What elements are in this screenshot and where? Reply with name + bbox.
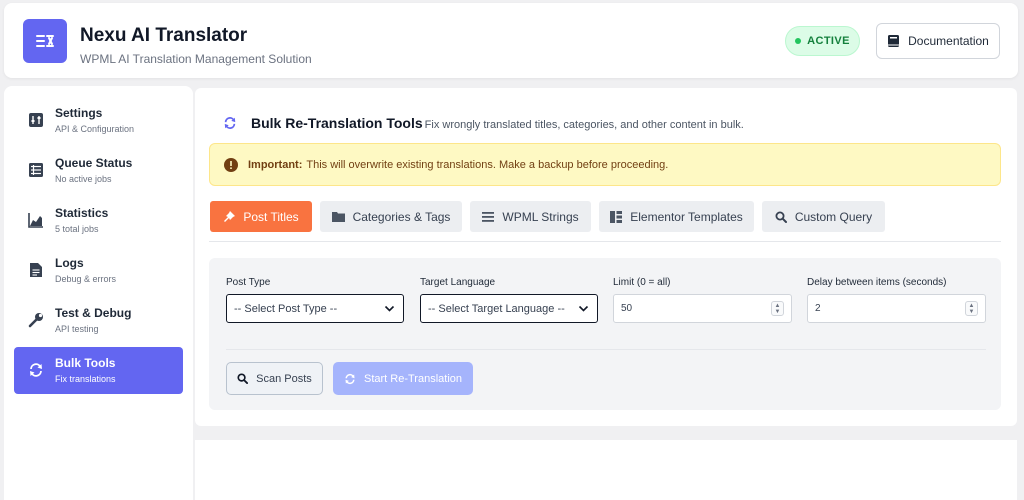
post-titles-form: Post Type -- Select Post Type -- Target … xyxy=(209,258,1001,410)
sidebar-item-sub: API & Configuration xyxy=(55,124,135,134)
alert-text: This will overwrite existing translation… xyxy=(306,158,669,171)
status-badge: ACTIVE xyxy=(785,26,860,56)
sidebar-item-sub: No active jobs xyxy=(55,174,112,184)
chevron-down-icon xyxy=(578,305,589,312)
start-retranslation-label: Start Re-Translation xyxy=(363,372,463,385)
chevron-down-icon xyxy=(384,305,395,312)
content-area-below xyxy=(195,440,1017,500)
stepper-down-icon: ▼ xyxy=(968,308,975,315)
sidebar-item-sub: Fix translations xyxy=(55,374,116,384)
documentation-button[interactable]: Documentation xyxy=(876,23,1000,59)
tab-label: Categories & Tags xyxy=(352,209,451,224)
sync-icon xyxy=(223,116,237,130)
sidebar-item-label: Settings xyxy=(55,106,103,120)
sidebar-item-sub: Debug & errors xyxy=(55,274,117,284)
sidebar-item-label: Statistics xyxy=(55,206,109,220)
sidebar-item-test-debug[interactable]: Test & Debug API testing xyxy=(14,297,183,344)
tab-post-titles[interactable]: Post Titles xyxy=(210,201,312,232)
status-label: ACTIVE xyxy=(807,35,850,47)
warning-alert: Important: This will overwrite existing … xyxy=(209,143,1001,186)
delay-value: 2 xyxy=(815,303,821,314)
post-type-select[interactable]: -- Select Post Type -- xyxy=(226,294,404,323)
form-divider xyxy=(226,349,986,350)
documentation-label: Documentation xyxy=(908,34,989,48)
menu-icon xyxy=(482,211,495,222)
sidebar-item-queue-status[interactable]: Queue Status No active jobs xyxy=(14,147,183,194)
book-icon xyxy=(888,35,900,47)
sidebar-item-settings[interactable]: Settings API & Configuration xyxy=(14,97,183,144)
tab-wpml-strings[interactable]: WPML Strings xyxy=(470,201,591,232)
limit-value: 50 xyxy=(621,303,633,314)
elementor-icon xyxy=(610,210,623,223)
tab-label: Post Titles xyxy=(243,209,299,224)
tabs-divider xyxy=(209,241,1001,242)
stepper-down-icon: ▼ xyxy=(774,308,781,315)
post-type-label: Post Type xyxy=(226,277,271,288)
sync-icon xyxy=(27,361,45,379)
pin-icon xyxy=(224,210,236,222)
sidebar-item-label: Logs xyxy=(55,256,84,270)
sidebar-item-sub: API testing xyxy=(55,324,99,334)
search-icon xyxy=(237,373,249,384)
tab-label: Elementor Templates xyxy=(630,209,743,224)
delay-stepper[interactable]: ▲ ▼ xyxy=(965,301,978,316)
scan-posts-button[interactable]: Scan Posts xyxy=(226,362,323,395)
chart-icon xyxy=(27,211,45,229)
file-icon xyxy=(27,261,45,279)
folder-icon xyxy=(331,212,345,222)
limit-label: Limit (0 = all) xyxy=(613,277,671,288)
alert-strong: Important: xyxy=(248,158,303,171)
sidebar-item-statistics[interactable]: Statistics 5 total jobs xyxy=(14,197,183,244)
target-language-label: Target Language xyxy=(420,277,496,288)
sync-icon xyxy=(345,373,355,384)
delay-input[interactable]: 2 ▲ ▼ xyxy=(807,294,986,323)
sidebar-item-sub: 5 total jobs xyxy=(55,224,99,234)
tab-categories-tags[interactable]: Categories & Tags xyxy=(320,201,462,232)
limit-stepper[interactable]: ▲ ▼ xyxy=(771,301,784,316)
search-icon xyxy=(775,211,787,223)
panel-header: Bulk Re-Translation Tools Fix wrongly tr… xyxy=(209,112,744,134)
status-dot-icon xyxy=(795,38,802,44)
sidebar: Settings API & Configuration Queue Statu… xyxy=(4,86,193,500)
sidebar-item-label: Bulk Tools xyxy=(55,356,116,370)
sidebar-item-logs[interactable]: Logs Debug & errors xyxy=(14,247,183,294)
target-language-value: -- Select Target Language -- xyxy=(428,302,565,315)
list-icon xyxy=(27,161,45,179)
tab-label: WPML Strings xyxy=(502,209,579,224)
sliders-icon xyxy=(27,111,45,129)
app-header: Nexu AI Translator WPML AI Translation M… xyxy=(4,3,1018,78)
tab-elementor-templates[interactable]: Elementor Templates xyxy=(599,201,754,232)
warning-icon xyxy=(224,157,238,172)
scan-posts-label: Scan Posts xyxy=(256,372,312,385)
tab-custom-query[interactable]: Custom Query xyxy=(762,201,885,232)
bulk-tools-panel: Bulk Re-Translation Tools Fix wrongly tr… xyxy=(195,88,1017,426)
tab-label: Custom Query xyxy=(794,209,873,224)
translate-logo-icon xyxy=(36,35,54,47)
page-description: Fix wrongly translated titles, categorie… xyxy=(424,118,744,131)
start-retranslation-button[interactable]: Start Re-Translation xyxy=(333,362,473,395)
delay-label: Delay between items (seconds) xyxy=(807,277,947,288)
sidebar-item-label: Queue Status xyxy=(55,156,133,170)
app-title: Nexu AI Translator xyxy=(80,25,248,46)
page-title: Bulk Re-Translation Tools xyxy=(251,115,423,131)
target-language-select[interactable]: -- Select Target Language -- xyxy=(420,294,598,323)
app-subtitle: WPML AI Translation Management Solution xyxy=(80,52,312,66)
sidebar-item-label: Test & Debug xyxy=(55,306,132,320)
sidebar-item-bulk-tools[interactable]: Bulk Tools Fix translations xyxy=(14,347,183,394)
limit-input[interactable]: 50 ▲ ▼ xyxy=(613,294,792,323)
wrench-icon xyxy=(27,311,45,329)
post-type-value: -- Select Post Type -- xyxy=(234,302,338,315)
app-logo xyxy=(23,19,67,63)
